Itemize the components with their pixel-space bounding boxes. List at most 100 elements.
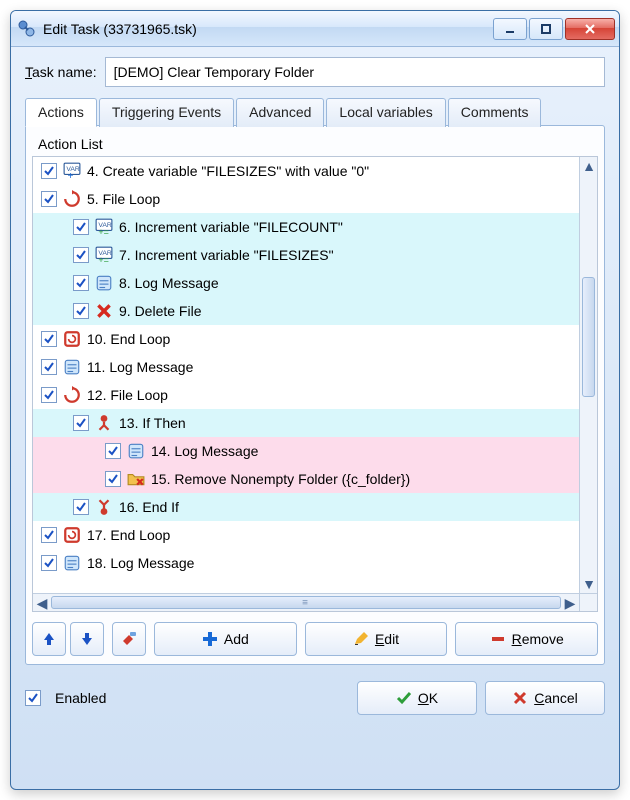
scrollbar-corner [579,593,597,611]
action-row[interactable]: 11. Log Message [33,353,579,381]
actions-page: Action List VAR+4. Create variable "FILE… [25,125,605,665]
action-checkbox[interactable] [73,499,89,515]
close-icon [583,22,597,36]
enabled-label: Enabled [55,690,106,706]
loop-icon [63,190,81,208]
action-row[interactable]: 14. Log Message [33,437,579,465]
action-checkbox[interactable] [73,415,89,431]
tab-actions[interactable]: Actions [25,98,97,127]
tool-button[interactable] [112,622,146,656]
add-label: Add [224,631,249,647]
log-icon [95,274,113,292]
log-icon [63,358,81,376]
edit-label: Edit [375,631,399,647]
action-text: 9. Delete File [119,303,201,319]
scroll-down-icon[interactable]: ▼ [580,575,598,593]
action-row[interactable]: 18. Log Message [33,549,579,577]
close-button[interactable] [565,18,615,40]
ok-button[interactable]: OK [357,681,477,715]
action-text: 11. Log Message [87,359,193,375]
action-checkbox[interactable] [41,191,57,207]
add-button[interactable]: Add [154,622,297,656]
tabstrip: Actions Triggering Events Advanced Local… [25,97,605,126]
action-checkbox[interactable] [41,331,57,347]
action-text: 10. End Loop [87,331,170,347]
titlebar: Edit Task (33731965.tsk) [11,11,619,47]
action-checkbox[interactable] [105,443,121,459]
action-checkbox[interactable] [41,359,57,375]
action-checkbox[interactable] [73,247,89,263]
horizontal-scrollbar[interactable]: ◀ ≡ ▶ [33,593,579,611]
action-row[interactable]: 17. End Loop [33,521,579,549]
maximize-icon [540,23,552,35]
client-area: Task name: [DEMO] Clear Temporary Folder… [11,47,619,789]
log-icon [63,554,81,572]
action-row[interactable]: 10. End Loop [33,325,579,353]
minimize-button[interactable] [493,18,527,40]
edit-task-window: Edit Task (33731965.tsk) Task name: [DEM… [10,10,620,790]
log-icon [127,442,145,460]
action-row[interactable]: 13. If Then [33,409,579,437]
move-down-button[interactable] [70,622,104,656]
remove-button[interactable]: Remove [455,622,598,656]
arrow-up-icon [41,631,57,647]
svg-text:+=: += [98,227,109,236]
svg-text:+: + [68,171,74,180]
action-checkbox[interactable] [41,163,57,179]
remove-label: Remove [512,631,564,647]
action-list-body[interactable]: VAR+4. Create variable "FILESIZES" with … [33,157,579,593]
scroll-right-icon[interactable]: ▶ [561,594,579,612]
end-if-icon [95,498,113,516]
hscroll-thumb[interactable]: ≡ [51,596,561,609]
tab-comments[interactable]: Comments [448,98,542,127]
pencil-icon [353,631,369,647]
task-name-row: Task name: [DEMO] Clear Temporary Folder [25,57,605,87]
vertical-scrollbar[interactable]: ▲ ▼ [579,157,597,593]
tab-local-variables[interactable]: Local variables [326,98,445,127]
action-row[interactable]: 16. End If [33,493,579,521]
arrow-down-icon [79,631,95,647]
plus-icon [202,631,218,647]
ok-label: OK [418,690,438,706]
task-name-input[interactable]: [DEMO] Clear Temporary Folder [105,57,605,87]
action-row[interactable]: 5. File Loop [33,185,579,213]
tab-triggering-events[interactable]: Triggering Events [99,98,234,127]
cancel-button[interactable]: Cancel [485,681,605,715]
scroll-thumb[interactable] [582,277,595,397]
action-checkbox[interactable] [41,527,57,543]
tab-advanced[interactable]: Advanced [236,98,324,127]
action-checkbox[interactable] [41,555,57,571]
action-row[interactable]: 8. Log Message [33,269,579,297]
window-title: Edit Task (33731965.tsk) [43,21,493,37]
action-row[interactable]: 15. Remove Nonempty Folder ({c_folder}) [33,465,579,493]
action-text: 12. File Loop [87,387,168,403]
action-row[interactable]: VAR+=6. Increment variable "FILECOUNT" [33,213,579,241]
cancel-label: Cancel [534,690,578,706]
scroll-up-icon[interactable]: ▲ [580,157,598,175]
action-text: 5. File Loop [87,191,160,207]
list-toolbar: Add Edit Remove [32,622,598,656]
maximize-button[interactable] [529,18,563,40]
move-up-button[interactable] [32,622,66,656]
action-checkbox[interactable] [73,219,89,235]
action-checkbox[interactable] [73,275,89,291]
action-checkbox[interactable] [41,387,57,403]
delete-icon [95,302,113,320]
end-loop-icon [63,330,81,348]
hammer-icon [121,631,137,647]
action-row[interactable]: 12. File Loop [33,381,579,409]
scroll-left-icon[interactable]: ◀ [33,594,51,612]
action-row[interactable]: 9. Delete File [33,297,579,325]
action-text: 18. Log Message [87,555,194,571]
edit-button[interactable]: Edit [305,622,448,656]
action-checkbox[interactable] [73,303,89,319]
var-inc-icon: VAR+= [95,246,113,264]
action-row[interactable]: VAR+=7. Increment variable "FILESIZES" [33,241,579,269]
caption-buttons [493,18,615,40]
loop-icon [63,386,81,404]
minus-icon [490,631,506,647]
enabled-checkbox[interactable] [25,690,41,706]
action-checkbox[interactable] [105,471,121,487]
action-row[interactable]: VAR+4. Create variable "FILESIZES" with … [33,157,579,185]
minimize-icon [504,23,516,35]
